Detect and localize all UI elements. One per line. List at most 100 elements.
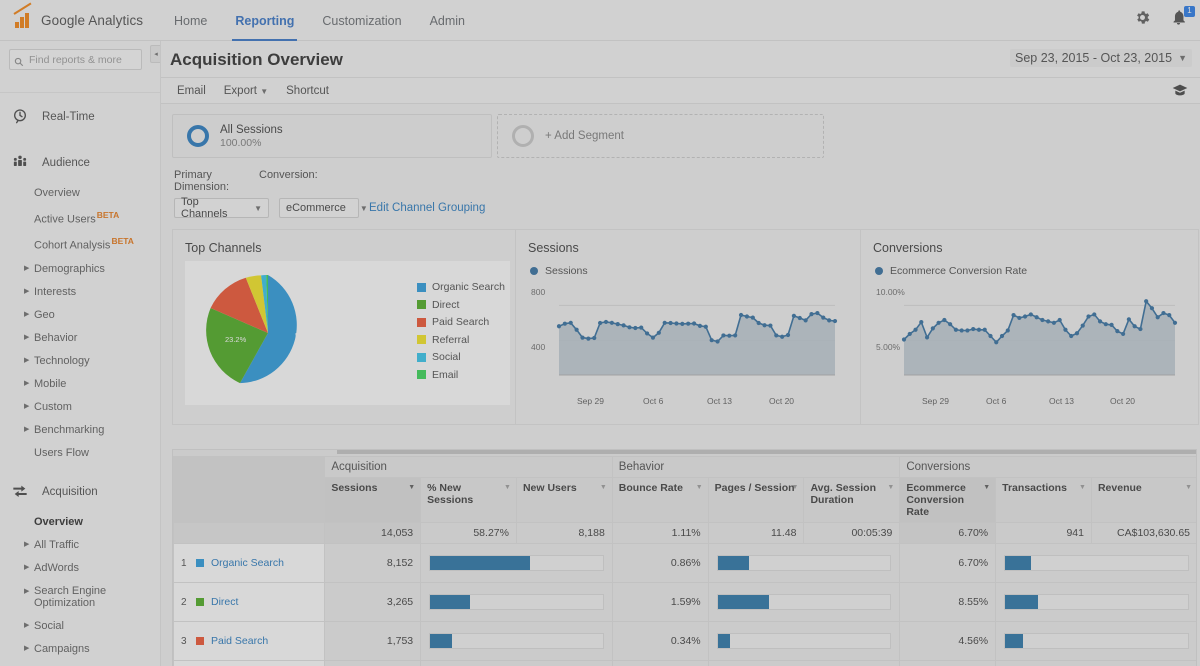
legend-item[interactable]: Direct (417, 299, 505, 311)
label: Pages / Session (714, 482, 795, 494)
table-row[interactable]: 1 Organic Search 8,152 0.86% 6.70% (173, 543, 1196, 583)
pie-label-organic: 58% (295, 331, 311, 340)
legend-item[interactable]: Paid Search (417, 316, 505, 328)
chevron-right-icon: ▶ (24, 380, 30, 388)
sidebar-subitem-cohort-analysis[interactable]: Cohort AnalysisBETA (0, 231, 160, 258)
nav-reporting[interactable]: Reporting (221, 0, 308, 41)
export-button[interactable]: Export ▼ (215, 85, 277, 97)
primary-dimension-select[interactable]: Top Channels ▼ (174, 196, 269, 220)
row-channel-link[interactable]: Direct (211, 596, 238, 608)
sidebar-subitem-technology[interactable]: ▶ Technology (0, 349, 160, 372)
label: Search Engine Optimization (34, 584, 107, 609)
sidebar-subitem-benchmarking[interactable]: ▶ Benchmarking (0, 418, 160, 441)
gear-icon[interactable] (1134, 9, 1154, 29)
sidebar-item-audience[interactable]: Audience (0, 145, 160, 181)
dimension-controls: Primary Dimension: Conversion: Top Chann… (161, 158, 1200, 220)
edit-channel-grouping-link[interactable]: Edit Channel Grouping (369, 202, 485, 214)
conversions-area-svg (901, 299, 1178, 376)
table-totals-row: 14,053 58.27% 8,188 1.11% 11.48 00:05:39… (173, 522, 1196, 544)
sidebar-collapse-button[interactable]: ◂ (150, 45, 160, 63)
row-channel-link[interactable]: Organic Search (211, 557, 284, 569)
sidebar-item-real-time[interactable]: Real-Time (0, 99, 160, 135)
legend-item[interactable]: Referral (417, 334, 505, 346)
legend-item[interactable]: Social (417, 351, 505, 363)
legend-item[interactable]: Email (417, 369, 505, 381)
conversion-select[interactable]: eCommerce ▼ (279, 198, 368, 218)
conversions-xtick-2: Oct 6 (986, 396, 1007, 406)
row-sessions-bar (420, 543, 613, 583)
sessions-xtick-1: Sep 29 (577, 396, 604, 406)
segment-all-sessions[interactable]: All Sessions 100.00% (172, 114, 492, 158)
pie-label-direct: 23.2% (225, 335, 247, 344)
totals-ecom-rate: 6.70% (899, 522, 997, 544)
sidebar-subitem-demographics[interactable]: ▶ Demographics (0, 257, 160, 280)
sidebar-subitem-active-users[interactable]: Active UsersBETA (0, 204, 160, 231)
row-channel-link[interactable]: Paid Search (211, 635, 268, 647)
sidebar-subitem-users-flow[interactable]: Users Flow (0, 441, 160, 464)
chevron-right-icon: ▶ (24, 311, 30, 319)
conversions-title: Conversions (873, 241, 943, 255)
clock-icon (12, 108, 30, 126)
nav-customization[interactable]: Customization (308, 0, 415, 41)
sidebar-subitem-interests[interactable]: ▶ Interests (0, 280, 160, 303)
col-header-avg-duration[interactable]: Avg. Session Duration ▼ (803, 477, 901, 523)
sidebar-subitem-social[interactable]: ▶ Social (0, 614, 160, 637)
table-row[interactable]: 4 Referral 585 4.79% 4.44% (173, 660, 1196, 666)
group-header-blank (173, 456, 325, 478)
sidebar-subitem-mobile[interactable]: ▶ Mobile (0, 372, 160, 395)
brand-logo[interactable]: Google Analytics (13, 2, 143, 30)
segment-name: All Sessions (220, 123, 283, 136)
totals-pages-session: 11.48 (707, 522, 805, 544)
sidebar-subitem-custom[interactable]: ▶ Custom (0, 395, 160, 418)
email-button[interactable]: Email (168, 85, 215, 97)
legend-swatch-paid (417, 317, 426, 327)
sidebar-subitem-behavior[interactable]: ▶ Behavior (0, 326, 160, 349)
sidebar-subitem-all-traffic[interactable]: ▶ All Traffic (0, 533, 160, 556)
sidebar-subitem-audience-overview[interactable]: Overview (0, 181, 160, 204)
shortcut-button[interactable]: Shortcut (277, 85, 338, 97)
sidebar-subitem-seo[interactable]: ▶ Search Engine Optimization (0, 579, 160, 614)
scrollbar-thumb[interactable] (337, 450, 1196, 454)
label: Interests (34, 285, 77, 298)
sidebar-subitem-geo[interactable]: ▶ Geo (0, 303, 160, 326)
col-header-ecom-rate[interactable]: Ecommerce Conversion Rate ▼ (899, 477, 997, 523)
chevron-right-icon: ▶ (24, 426, 30, 434)
chevron-down-icon: ▼ (260, 86, 269, 96)
sidebar-subitem-acquisition-overview[interactable]: Overview (0, 510, 160, 533)
sidebar-subitem-adwords[interactable]: ▶ AdWords (0, 556, 160, 579)
chevron-right-icon: ▶ (24, 357, 30, 365)
sidebar-label-real-time: Real-Time (42, 111, 95, 123)
col-header-new-users[interactable]: New Users ▼ (515, 477, 613, 523)
conversions-series-label: Ecommerce Conversion Rate (890, 265, 1028, 277)
nav-home[interactable]: Home (160, 0, 221, 41)
add-segment-button[interactable]: + Add Segment (497, 114, 824, 158)
row-sessions: 585 (324, 660, 422, 666)
label: Geo (34, 308, 55, 321)
col-header-transactions[interactable]: Transactions ▼ (995, 477, 1092, 523)
table-row[interactable]: 2 Direct 3,265 1.59% 8.55% (173, 582, 1196, 622)
col-header-sessions[interactable]: Sessions ▼ (324, 477, 422, 523)
table-row[interactable]: 3 Paid Search 1,753 0.34% 4.56% (173, 621, 1196, 661)
search-input[interactable] (9, 49, 142, 70)
sessions-xtick-2: Oct 6 (643, 396, 664, 406)
legend-item[interactable]: Organic Search (417, 281, 505, 293)
sidebar-item-acquisition[interactable]: Acquisition (0, 474, 160, 510)
col-header-new-sessions[interactable]: % New Sessions ▼ (420, 477, 517, 523)
row-ecom-bar (995, 582, 1196, 622)
group-header-conversions: Conversions (899, 456, 1196, 478)
sidebar-subitem-campaigns[interactable]: ▶ Campaigns (0, 637, 160, 660)
col-header-pages-session[interactable]: Pages / Session ▼ (707, 477, 805, 523)
nav-admin[interactable]: Admin (416, 0, 479, 41)
row-rank: 3 (181, 635, 187, 647)
row-ecom-rate: 4.44% (899, 660, 997, 666)
bell-icon[interactable]: 1 (1170, 6, 1195, 29)
date-range-picker[interactable]: Sep 23, 2015 - Oct 23, 2015 ▼ (1010, 49, 1192, 67)
table-horizontal-scrollbar[interactable] (173, 450, 1196, 456)
conversions-xtick-1: Sep 29 (922, 396, 949, 406)
col-header-bounce-rate[interactable]: Bounce Rate ▼ (611, 477, 709, 523)
graduation-cap-icon[interactable] (1172, 83, 1188, 97)
arrows-icon (12, 483, 30, 501)
totals-avg-duration: 00:05:39 (803, 522, 901, 544)
col-header-revenue[interactable]: Revenue ▼ (1090, 477, 1196, 523)
row-bounce-rate: 1.59% (611, 582, 709, 622)
